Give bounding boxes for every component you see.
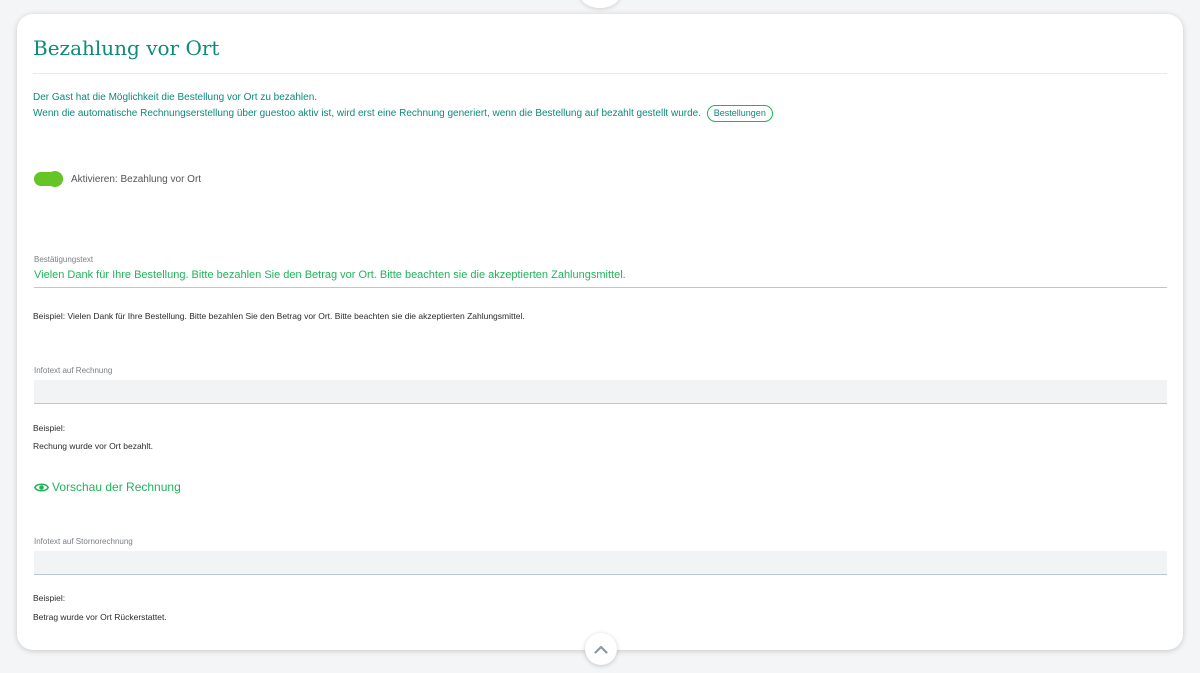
- invoice-preview-label: Vorschau der Rechnung: [52, 480, 181, 494]
- invoice-info-field: Infotext auf Rechnung: [34, 366, 1167, 404]
- confirmation-text-label: Bestätigungstext: [34, 255, 94, 264]
- confirmation-text-field: Bestätigungstext Vielen Dank für Ihre Be…: [34, 255, 1167, 288]
- section-title: Bezahlung vor Ort: [33, 36, 220, 60]
- invoice-info-label: Infotext auf Rechnung: [34, 366, 113, 375]
- orders-button[interactable]: Bestellungen: [706, 105, 773, 122]
- confirmation-text-input[interactable]: Vielen Dank für Ihre Bestellung. Bitte b…: [34, 269, 1167, 288]
- cancellation-info-input[interactable]: [34, 551, 1167, 575]
- top-scroll-handle: [580, 0, 620, 8]
- payment-on-site-card: Bezahlung vor Ort Der Gast hat die Mögli…: [17, 14, 1183, 650]
- activate-toggle-label: Aktivieren: Bezahlung vor Ort: [71, 173, 202, 185]
- cancellation-example-text: Betrag wurde vor Ort Rückerstattet.: [33, 612, 167, 622]
- toggle-knob: [47, 171, 63, 187]
- intro-line-2-text: Wenn die automatische Rechnungserstellun…: [33, 108, 701, 119]
- cancellation-example-label: Beispiel:: [33, 593, 66, 603]
- cancellation-info-label: Infotext auf Stornorechnung: [34, 537, 133, 546]
- scroll-to-top-button[interactable]: [585, 633, 617, 665]
- intro-line-1: Der Gast hat die Möglichkeit die Bestell…: [33, 92, 318, 103]
- confirmation-example: Beispiel: Vielen Dank für Ihre Bestellun…: [33, 311, 525, 321]
- intro-line-2: Wenn die automatische Rechnungserstellun…: [33, 105, 773, 122]
- intro-text: Der Gast hat die Möglichkeit die Bestell…: [33, 90, 773, 122]
- invoice-example-label: Beispiel:: [33, 423, 66, 433]
- title-divider: [33, 73, 1167, 74]
- cancellation-info-field: Infotext auf Stornorechnung: [34, 537, 1167, 575]
- chevron-up-icon: [594, 645, 608, 654]
- invoice-example-text: Rechung wurde vor Ort bezahlt.: [33, 441, 154, 451]
- eye-icon: [34, 483, 49, 491]
- activate-toggle[interactable]: [34, 171, 63, 187]
- invoice-preview-link[interactable]: Vorschau der Rechnung: [34, 480, 181, 494]
- activate-toggle-row: Aktivieren: Bezahlung vor Ort: [34, 171, 202, 187]
- invoice-info-input[interactable]: [34, 380, 1167, 404]
